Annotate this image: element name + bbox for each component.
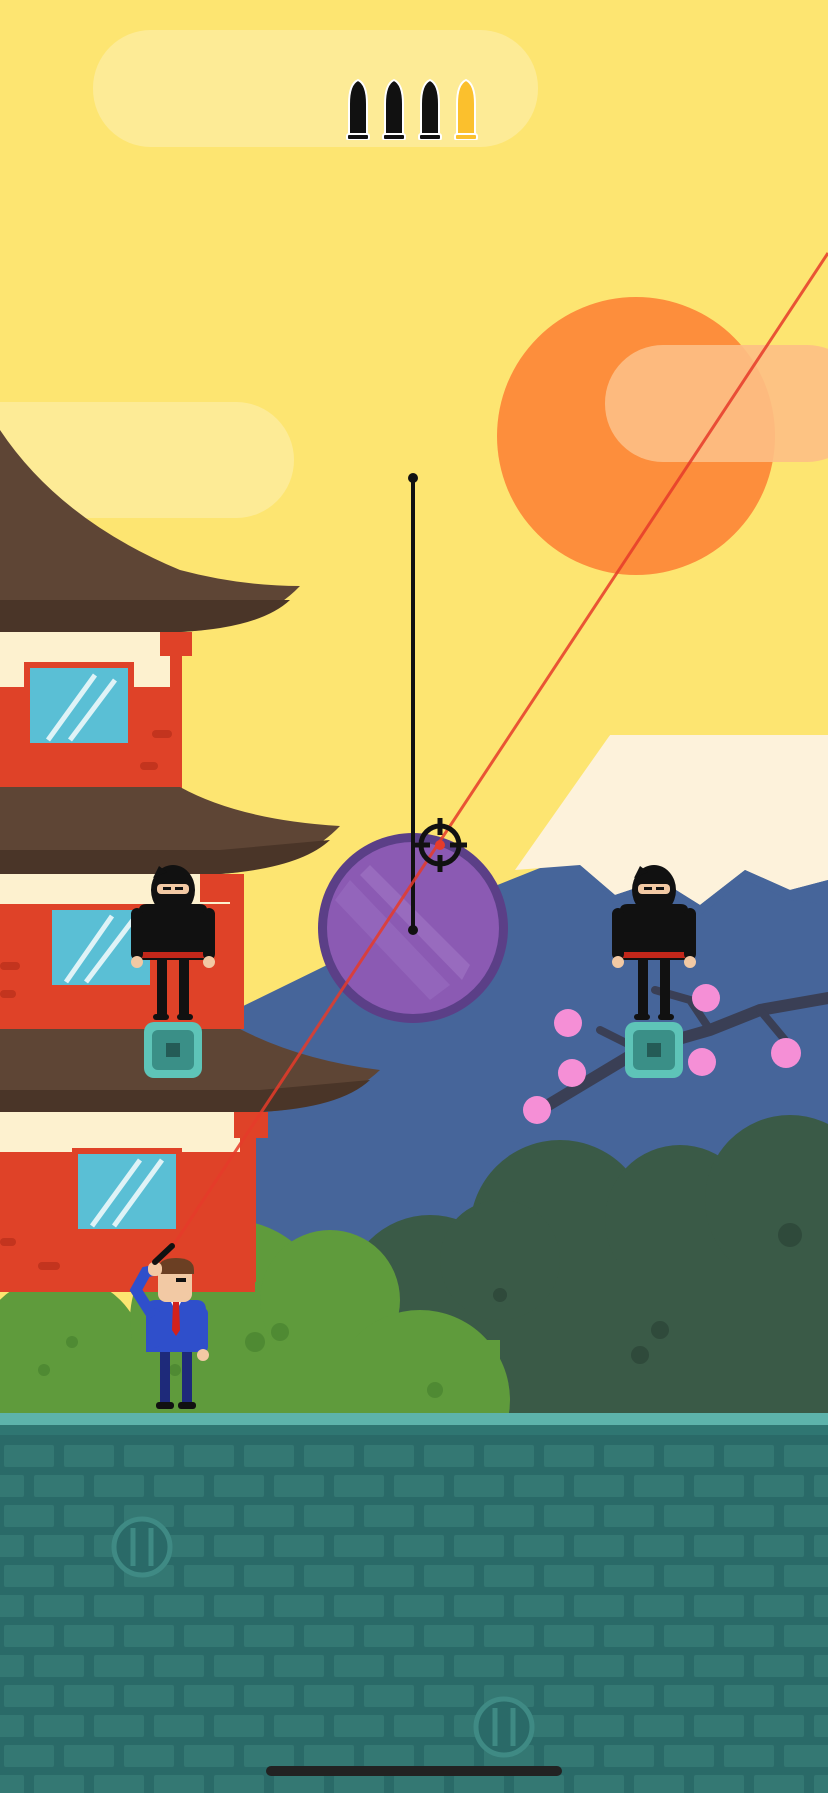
- ammo-counter: [346, 78, 478, 144]
- vent-grate-icon: [473, 1696, 535, 1758]
- game-canvas[interactable]: [0, 0, 828, 1793]
- pedestal-right: [625, 1022, 683, 1078]
- vent-grate-icon: [111, 1516, 173, 1578]
- game-scene[interactable]: [0, 0, 828, 1793]
- bullet-icon: [346, 78, 370, 141]
- bullet-icon: [418, 78, 442, 141]
- temple-window: [78, 1154, 176, 1229]
- home-indicator[interactable]: [266, 1766, 562, 1776]
- cloud-right: [605, 345, 828, 462]
- bullet-icon: [382, 78, 406, 141]
- bullet-icon: [454, 78, 478, 141]
- pedestal-left: [144, 1022, 202, 1078]
